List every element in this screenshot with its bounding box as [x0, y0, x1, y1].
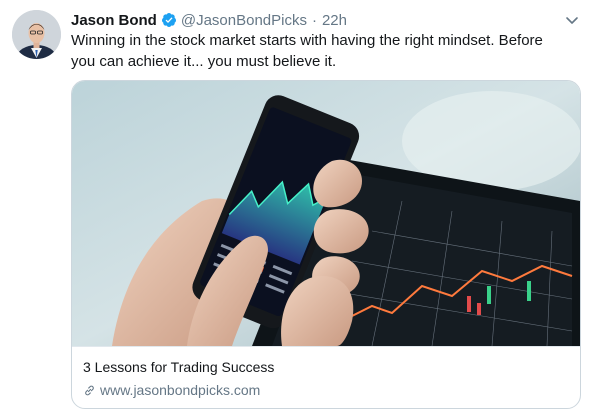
chevron-down-icon[interactable] — [564, 12, 580, 28]
tweet[interactable]: Jason Bond @JasonBondPicks · 22h Winning… — [0, 0, 596, 414]
avatar-portrait — [12, 10, 61, 59]
tweet-timestamp[interactable]: 22h — [322, 12, 347, 29]
author-name[interactable]: Jason Bond — [71, 12, 157, 29]
separator-dot: · — [311, 11, 317, 29]
card-domain-link[interactable]: www.jasonbondpicks.com — [83, 382, 260, 398]
card-body[interactable]: 3 Lessons for Trading Success www.jasonb… — [72, 346, 580, 408]
card-domain[interactable]: www.jasonbondpicks.com — [100, 382, 260, 398]
link-icon — [85, 385, 94, 395]
card-image[interactable] — [72, 81, 580, 346]
author-handle[interactable]: @JasonBondPicks — [181, 12, 307, 29]
author-avatar[interactable] — [12, 10, 61, 59]
verified-badge-icon — [161, 13, 176, 27]
link-card[interactable]: 3 Lessons for Trading Success www.jasonb… — [71, 80, 581, 409]
tweet-text: Winning in the stock market starts with … — [71, 32, 543, 70]
card-title[interactable]: 3 Lessons for Trading Success — [83, 359, 274, 375]
tweet-header: Jason Bond @JasonBondPicks · 22h — [71, 10, 580, 30]
